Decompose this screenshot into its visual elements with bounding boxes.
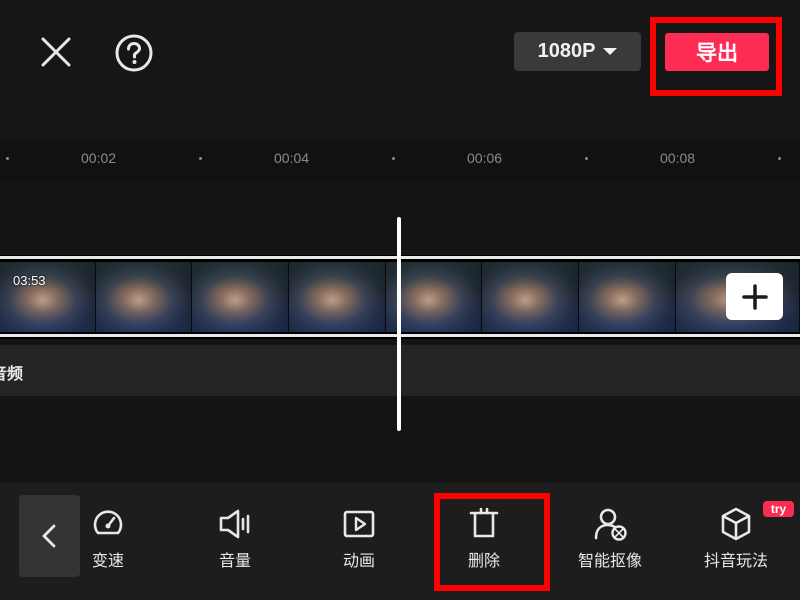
chevron-down-icon <box>603 48 618 55</box>
speed-gauge-icon <box>93 510 123 535</box>
audio-label: 音频 <box>0 360 23 384</box>
resolution-dropdown[interactable]: 1080P <box>514 32 641 71</box>
audio-label-text: 音频 <box>0 364 24 383</box>
try-badge: try <box>763 501 794 517</box>
smart-cutout-icon <box>594 508 627 541</box>
tool-smart-cutout[interactable]: 智能抠像 <box>555 505 665 571</box>
tool-animation[interactable]: 动画 <box>304 505 414 571</box>
add-clip-button[interactable] <box>726 273 783 320</box>
ruler-dot <box>392 157 395 160</box>
close-icon <box>41 37 71 67</box>
video-frame-thumbnail <box>96 262 192 332</box>
help-button[interactable] <box>113 32 155 74</box>
help-icon <box>115 34 153 72</box>
video-frame-thumbnail <box>192 262 289 332</box>
animation-play-icon <box>343 510 375 538</box>
playhead[interactable] <box>397 217 401 431</box>
ruler-tick: 00:02 <box>81 150 117 166</box>
tool-label: 智能抠像 <box>577 551 642 570</box>
tool-speed[interactable]: 变速 <box>53 505 163 571</box>
ruler-tick: 00:08 <box>660 150 696 166</box>
ruler-dot <box>199 157 202 160</box>
video-frame-thumbnail <box>289 262 386 332</box>
close-button[interactable] <box>36 34 76 70</box>
tool-volume[interactable]: 音量 <box>180 505 290 571</box>
tool-label: 变速 <box>91 551 124 570</box>
plus-icon <box>741 283 768 310</box>
ruler-dot <box>585 157 588 160</box>
delete-highlight-box <box>434 493 550 591</box>
ruler-dot <box>778 157 781 160</box>
resolution-label: 1080P <box>537 40 596 62</box>
tool-label: 动画 <box>342 551 375 570</box>
export-highlight-box <box>650 17 782 96</box>
volume-icon <box>219 509 250 539</box>
ruler-dot <box>6 157 9 160</box>
video-frame-thumbnail <box>579 262 676 332</box>
cube-icon <box>721 507 751 541</box>
clip-duration: 03:53 <box>13 273 46 288</box>
tool-label: 音量 <box>218 551 251 570</box>
video-frame-thumbnail <box>482 262 579 332</box>
ruler-tick: 00:04 <box>274 150 310 166</box>
tool-label: 抖音玩法 <box>703 551 768 570</box>
ruler-tick: 00:06 <box>467 150 503 166</box>
